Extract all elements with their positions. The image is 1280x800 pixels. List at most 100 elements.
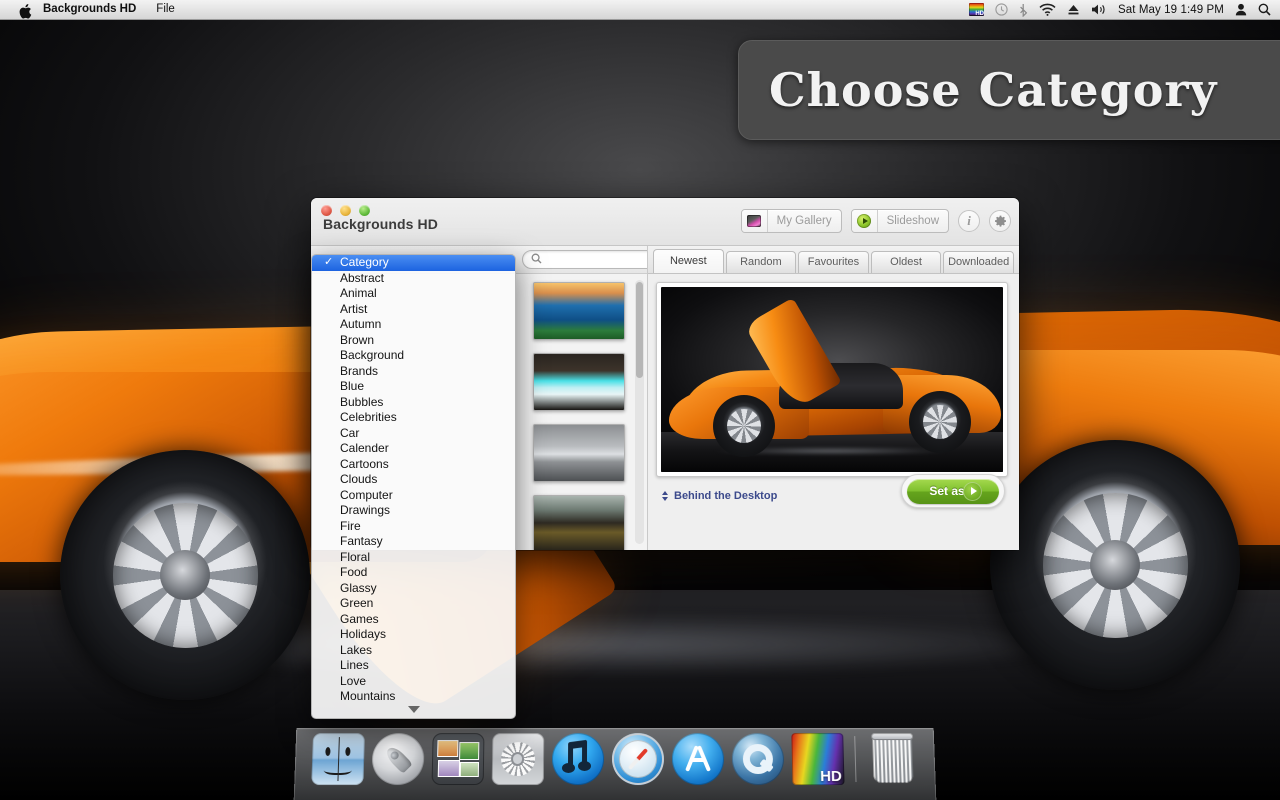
dropdown-item[interactable]: Calender [312,441,515,457]
dock-item-system-preferences[interactable] [491,733,544,786]
dropdown-item[interactable]: Animal [312,286,515,302]
dropdown-item-label: Holidays [340,627,387,641]
close-button[interactable] [321,205,332,216]
search-input[interactable] [547,253,647,266]
dropdown-item-label: Lines [340,658,369,672]
dropdown-item[interactable]: Games [312,612,515,628]
dock-separator [853,736,857,783]
dropdown-item-label: Lakes [340,642,373,657]
dock-item-safari[interactable] [611,733,664,786]
eject-icon[interactable] [1067,3,1080,16]
cave-beach-thumbnail[interactable] [533,353,625,411]
volume-icon[interactable] [1091,3,1107,16]
dropdown-item[interactable]: Floral [312,550,515,566]
tab-newest[interactable]: Newest [653,249,724,273]
dropdown-item[interactable]: Green [312,596,515,612]
apple-logo-icon[interactable] [9,2,32,19]
dropdown-item[interactable]: Brown [312,333,515,349]
category-dropdown-menu[interactable]: ✓ Category Abstract Animal Artist Autumn Brown… [311,254,516,719]
bluetooth-icon[interactable] [1019,3,1028,17]
dropdown-item[interactable]: Bubbles [312,395,515,411]
up-down-stepper-icon [662,491,668,501]
check-icon: ✓ [324,256,334,268]
dropdown-item-label: Animal [340,286,377,300]
tab-favourites[interactable]: Favourites [798,251,869,273]
dropdown-item[interactable]: Abstract [312,271,515,287]
banner-text: Choose Category [769,63,1218,117]
dropdown-item[interactable]: Computer [312,488,515,504]
dropdown-item[interactable]: Love [312,674,515,690]
info-icon[interactable]: i [958,210,980,232]
dock-item-iphoto[interactable] [431,733,484,786]
rainbow-hd-icon[interactable] [969,3,984,17]
dropdown-item-label: Background [340,348,405,362]
silver-car-thumbnail[interactable] [533,424,625,482]
dropdown-item-label: Glassy [340,580,377,595]
tab-random[interactable]: Random [725,251,797,273]
dropdown-item[interactable]: Car [312,426,515,442]
dropdown-item[interactable]: Clouds [312,472,515,488]
wifi-icon[interactable] [1039,3,1056,16]
scroll-down-arrow-icon[interactable] [312,702,515,716]
dock-item-launchpad[interactable] [370,733,425,786]
dropdown-item[interactable]: Lakes [312,643,515,659]
dropdown-item-label: Food [340,565,368,579]
wallpaper-preview[interactable] [656,282,1008,477]
dropdown-item[interactable]: Food [312,565,515,581]
set-as-button[interactable]: Set as [901,474,1005,508]
menu-file[interactable]: File [146,0,185,19]
tab-downloaded[interactable]: Downloaded [943,251,1014,273]
dropdown-item[interactable]: ✓ Category [312,255,515,271]
dock-item-itunes[interactable] [551,733,604,786]
minimize-button[interactable] [340,205,351,216]
dock-item-quicktime[interactable] [731,733,784,786]
search-icon[interactable] [1258,3,1271,16]
play-circle-icon [851,210,878,232]
user-icon[interactable] [1235,3,1247,16]
valley-night-thumbnail[interactable] [533,495,625,550]
my-gallery-button[interactable]: My Gallery [740,209,842,233]
dropdown-item[interactable]: Holidays [312,627,515,643]
dropdown-item[interactable]: Celebrities [312,410,515,426]
dropdown-item-label: Calender [340,441,389,455]
dropdown-item[interactable]: Fire [312,519,515,535]
menu-bar: Backgrounds HD File Sat May 19 1:49 PM [0,0,1280,20]
tab-oldest[interactable]: Oldest [870,251,942,273]
search-field[interactable] [522,250,647,269]
dropdown-item[interactable]: Fantasy [312,534,515,550]
dropdown-item[interactable]: Artist [312,302,515,318]
dropdown-item-label: Mountains [340,689,396,703]
dropdown-item-label: Bubbles [340,394,384,409]
wallpaper-rear-wheel [990,440,1240,690]
dropdown-item-label: Blue [340,379,365,393]
dropdown-item[interactable]: Autumn [312,317,515,333]
dock-item-trash[interactable] [866,733,920,785]
menubar-clock[interactable]: Sat May 19 1:49 PM [1118,4,1224,16]
arrow-right-circle-icon [963,481,982,501]
scrollbar-knob[interactable] [636,282,643,378]
dropdown-item[interactable]: Background [312,348,515,364]
dropdown-item[interactable]: Glassy [312,581,515,597]
dropdown-item-label: Clouds [340,472,378,486]
clock-icon[interactable] [995,3,1008,16]
sunset-lake-thumbnail[interactable] [533,282,625,340]
search-icon [531,253,542,267]
window-titlebar[interactable]: Backgrounds HD My Gallery Slideshow i [311,198,1019,246]
dropdown-item[interactable]: Drawings [312,503,515,519]
dropdown-item-label: Celebrities [340,410,397,424]
dropdown-item-label: Brands [340,363,379,378]
behind-the-desktop-link[interactable]: Behind the Desktop [662,490,777,502]
dock-item-backgrounds-hd[interactable] [790,733,845,786]
dropdown-item[interactable]: Lines [312,658,515,674]
gear-icon[interactable] [989,210,1011,232]
zoom-button[interactable] [359,205,370,216]
slideshow-button[interactable]: Slideshow [850,209,949,233]
dock-item-finder[interactable] [310,733,365,786]
dock-item-app-store[interactable] [671,733,724,786]
dropdown-item[interactable]: Cartoons [312,457,515,473]
dropdown-item[interactable]: Blue [312,379,515,395]
window-controls [321,205,370,216]
thumbnail-scrollbar[interactable] [635,280,644,544]
dropdown-item[interactable]: Brands [312,364,515,380]
menu-app-name[interactable]: Backgrounds HD [33,0,146,19]
